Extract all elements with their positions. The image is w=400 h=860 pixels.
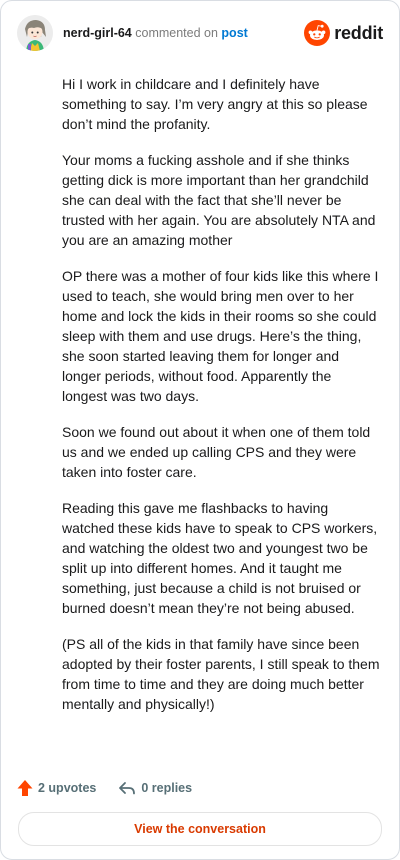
reply-arrow-icon	[119, 782, 136, 795]
view-conversation-button[interactable]: View the conversation	[18, 812, 382, 846]
upvote-arrow-icon	[17, 780, 33, 796]
comment-paragraph: Reading this gave me flashbacks to havin…	[62, 500, 378, 616]
reddit-brand[interactable]: reddit	[304, 20, 383, 46]
comment-body: Hi I work in childcare and I definitely …	[62, 74, 380, 730]
post-link[interactable]: post	[221, 26, 247, 40]
comment-header: nerd-girl-64 commented on post reddit	[17, 15, 383, 51]
comment-paragraph: Hi I work in childcare and I definitely …	[62, 76, 368, 132]
comment-paragraph: (PS all of the kids in that family have …	[62, 636, 380, 712]
reply-count: 0 replies	[141, 781, 193, 795]
upvote-count: 2 upvotes	[38, 781, 97, 795]
reddit-logo-icon	[304, 20, 331, 46]
avatar[interactable]	[17, 15, 53, 51]
commented-on-text: commented on	[135, 26, 218, 40]
username[interactable]: nerd-girl-64	[63, 26, 132, 40]
comment-meta: nerd-girl-64 commented on post	[63, 25, 248, 41]
comment-paragraph: Your moms a fucking asshole and if she t…	[62, 152, 376, 248]
reddit-wordmark: reddit	[334, 22, 383, 43]
comment-paragraph: Soon we found out about it when one of t…	[62, 424, 371, 480]
avatar-icon	[17, 15, 53, 51]
reply-button[interactable]: 0 replies	[118, 780, 192, 796]
upvote-button[interactable]: 2 upvotes	[17, 779, 96, 797]
comment-actions: 2 upvotes 0 replies	[17, 778, 383, 798]
comment-card: nerd-girl-64 commented on post reddit Hi…	[0, 0, 400, 860]
comment-paragraph: OP there was a mother of four kids like …	[62, 268, 379, 404]
